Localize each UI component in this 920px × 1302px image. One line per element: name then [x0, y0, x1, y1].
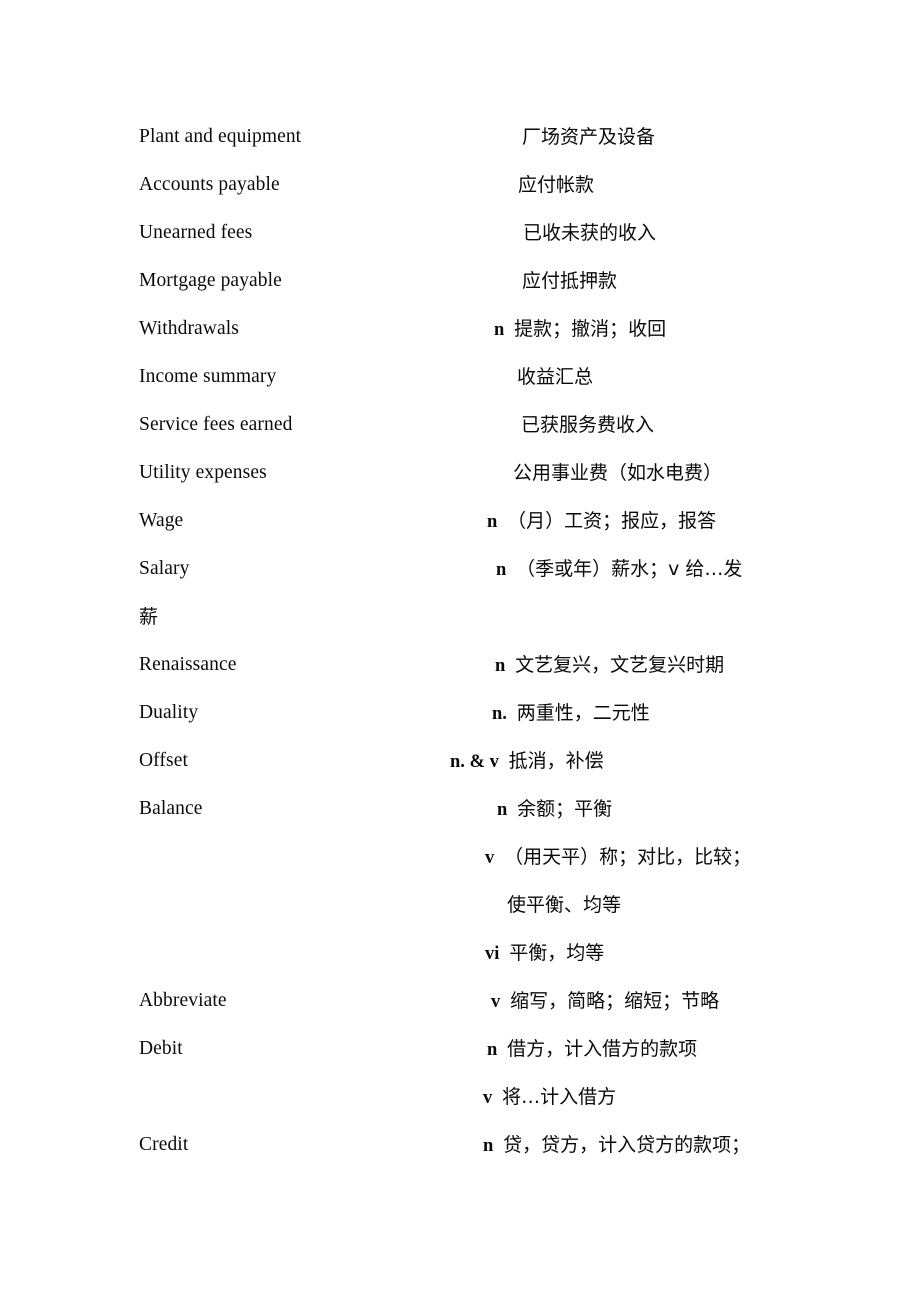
- gloss-text: 提款；撤消；收回: [514, 318, 667, 340]
- chinese-gloss: v （用天平）称；对比，比较；: [485, 842, 751, 873]
- chinese-gloss: v 缩写，简略；缩短；节略: [491, 986, 719, 1017]
- chinese-gloss: n 借方，计入借方的款项: [487, 1034, 697, 1065]
- english-term: Salary: [139, 558, 190, 579]
- gloss-text: 公用事业费（如水电费）: [513, 462, 723, 484]
- english-term: Renaissance: [139, 654, 237, 675]
- glossary-entry: v 将…计入借方: [0, 1082, 920, 1130]
- english-term: Plant and equipment: [139, 126, 302, 147]
- gloss-text: 应付帐款: [518, 174, 595, 196]
- chinese-gloss: 厂场资产及设备: [522, 122, 655, 152]
- chinese-gloss: n 提款；撤消；收回: [494, 314, 666, 345]
- english-term: Wage: [139, 510, 184, 531]
- english-term: Service fees earned: [139, 414, 293, 435]
- glossary-entry: Balance n 余额；平衡: [0, 794, 920, 842]
- part-of-speech-marker: n: [494, 320, 505, 340]
- chinese-gloss: 公用事业费（如水电费）: [513, 458, 722, 488]
- english-term: Debit: [139, 1038, 183, 1059]
- chinese-gloss: 已获服务费收入: [521, 410, 654, 440]
- english-term: Income summary: [139, 366, 277, 387]
- glossary-entry: v （用天平）称；对比，比较；: [0, 842, 920, 890]
- chinese-gloss: n 余额；平衡: [497, 794, 612, 825]
- part-of-speech-marker: v: [483, 1088, 493, 1108]
- gloss-text: 收益汇总: [517, 366, 594, 388]
- glossary-entry: Income summary 收益汇总: [0, 362, 920, 410]
- chinese-gloss: n. 两重性，二元性: [492, 698, 650, 729]
- glossary-entry: Offset n. & v 抵消，补偿: [0, 746, 920, 794]
- glossary-entry: Accounts payable 应付帐款: [0, 170, 920, 218]
- document-page: Plant and equipment 厂场资产及设备 Accounts payab…: [0, 0, 920, 1302]
- glossary-entry: 使平衡、均等: [0, 890, 920, 938]
- chinese-gloss: n （季或年）薪水；v 给…发: [496, 554, 742, 585]
- part-of-speech-marker: n. & v: [450, 752, 499, 772]
- gloss-text: 已收未获的收入: [523, 222, 657, 244]
- chinese-gloss: 应付抵押款: [522, 266, 617, 296]
- glossary-entry: 薪: [0, 602, 920, 650]
- glossary-entry: Unearned fees 已收未获的收入: [0, 218, 920, 266]
- term-continuation: 薪: [139, 606, 159, 628]
- gloss-text: 平衡，均等: [509, 942, 605, 964]
- glossary-entry: Utility expenses 公用事业费（如水电费）: [0, 458, 920, 506]
- gloss-text: 将…计入借方: [502, 1086, 617, 1108]
- glossary-entry: Wage n （月）工资；报应，报答: [0, 506, 920, 554]
- gloss-text: （月）工资；报应，报答: [507, 510, 717, 532]
- part-of-speech-marker: vi: [485, 944, 500, 964]
- english-term: Duality: [139, 702, 199, 723]
- gloss-text: 两重性，二元性: [516, 702, 650, 724]
- glossary-entry: Duality n. 两重性，二元性: [0, 698, 920, 746]
- glossary-entry: Mortgage payable 应付抵押款: [0, 266, 920, 314]
- chinese-gloss: 收益汇总: [517, 362, 593, 392]
- glossary-entry: Service fees earned 已获服务费收入: [0, 410, 920, 458]
- glossary-entry: vi 平衡，均等: [0, 938, 920, 986]
- gloss-text: 贷，贷方，计入贷方的款项；: [503, 1134, 751, 1156]
- english-term: Utility expenses: [139, 462, 267, 483]
- part-of-speech-marker: n: [487, 512, 498, 532]
- glossary-entry: Renaissance n 文艺复兴，文艺复兴时期: [0, 650, 920, 698]
- part-of-speech-marker: n.: [492, 704, 507, 724]
- gloss-text: 缩写，简略；缩短；节略: [510, 990, 720, 1012]
- part-of-speech-marker: n: [495, 656, 506, 676]
- gloss-text: 应付抵押款: [522, 270, 618, 292]
- gloss-text: 已获服务费收入: [521, 414, 655, 436]
- chinese-gloss: n. & v 抵消，补偿: [450, 746, 604, 777]
- gloss-text: 使平衡、均等: [507, 894, 622, 916]
- chinese-gloss: vi 平衡，均等: [485, 938, 604, 969]
- gloss-text: 文艺复兴，文艺复兴时期: [515, 654, 725, 676]
- chinese-gloss: 使平衡、均等: [507, 890, 621, 920]
- glossary-entry: Abbreviate v 缩写，简略；缩短；节略: [0, 986, 920, 1034]
- english-term: Abbreviate: [139, 990, 227, 1011]
- part-of-speech-marker: n: [487, 1040, 498, 1060]
- chinese-gloss: n 贷，贷方，计入贷方的款项；: [483, 1130, 750, 1161]
- part-of-speech-marker: n: [497, 800, 508, 820]
- part-of-speech-marker: v: [485, 848, 495, 868]
- chinese-gloss: v 将…计入借方: [483, 1082, 616, 1113]
- gloss-text: 借方，计入借方的款项: [507, 1038, 698, 1060]
- glossary-entry: Withdrawals n 提款；撤消；收回: [0, 314, 920, 362]
- gloss-text: （季或年）薪水；v 给…发: [516, 558, 743, 580]
- english-term: Offset: [139, 750, 188, 771]
- gloss-text: 厂场资产及设备: [522, 126, 656, 148]
- glossary-entry: Credit n 贷，贷方，计入贷方的款项；: [0, 1130, 920, 1178]
- gloss-text: （用天平）称；对比，比较；: [504, 846, 752, 868]
- english-term: Accounts payable: [139, 174, 280, 195]
- chinese-gloss: n （月）工资；报应，报答: [487, 506, 716, 537]
- part-of-speech-marker: n: [483, 1136, 494, 1156]
- gloss-text: 余额；平衡: [517, 798, 613, 820]
- english-term: Balance: [139, 798, 203, 819]
- english-term: Mortgage payable: [139, 270, 282, 291]
- english-term: Withdrawals: [139, 318, 239, 339]
- english-term: Unearned fees: [139, 222, 253, 243]
- glossary-entry: Debit n 借方，计入借方的款项: [0, 1034, 920, 1082]
- part-of-speech-marker: n: [496, 560, 507, 580]
- chinese-gloss: 已收未获的收入: [523, 218, 656, 248]
- glossary-entry: Salary n （季或年）薪水；v 给…发: [0, 554, 920, 602]
- part-of-speech-marker: v: [491, 992, 501, 1012]
- gloss-text: 抵消，补偿: [508, 750, 604, 772]
- chinese-gloss: 应付帐款: [518, 170, 594, 200]
- glossary-entry: Plant and equipment 厂场资产及设备: [0, 122, 920, 170]
- chinese-gloss: n 文艺复兴，文艺复兴时期: [495, 650, 724, 681]
- english-term: Credit: [139, 1134, 189, 1155]
